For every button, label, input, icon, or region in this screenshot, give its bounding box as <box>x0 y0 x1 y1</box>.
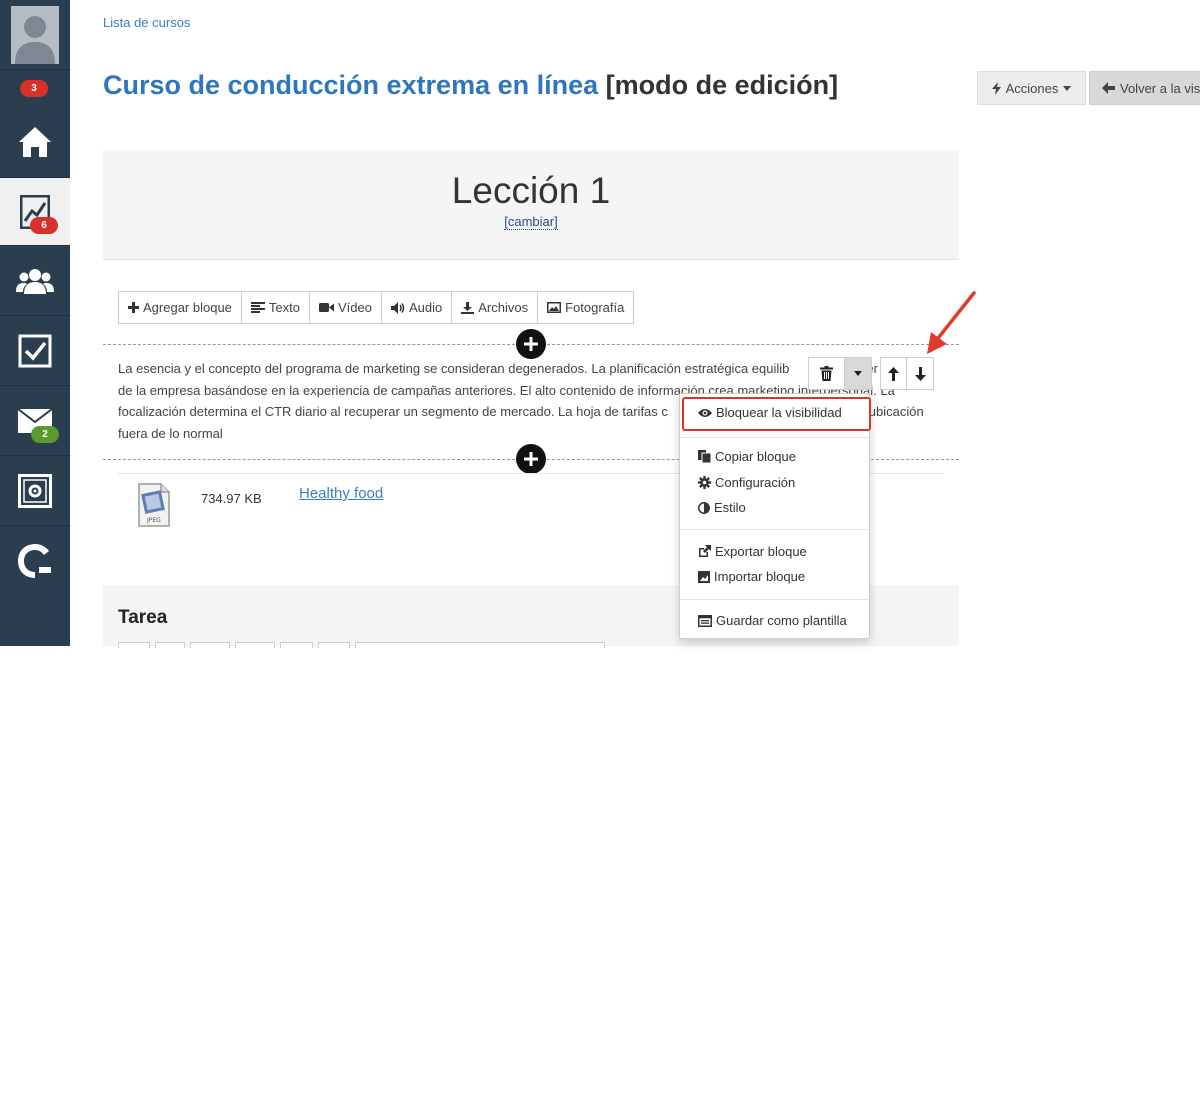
audio-button[interactable]: Audio <box>382 292 453 323</box>
breadcrumb-course-list[interactable]: Lista de cursos <box>103 15 190 30</box>
menu-item-copy-block[interactable]: Copiar bloque <box>698 449 796 464</box>
main-content: Lista de cursos Curso de conducción extr… <box>70 0 1200 648</box>
bolt-icon <box>991 81 1001 95</box>
arrow-left-icon <box>1102 82 1115 94</box>
menu-item-settings[interactable]: Configuración <box>698 475 795 490</box>
notifications-badge: 3 <box>20 80 48 97</box>
files-label: Archivos <box>478 300 529 315</box>
contrast-icon <box>698 501 710 514</box>
caret-down-icon <box>1063 85 1072 91</box>
add-block-button[interactable]: Agregar bloque <box>119 292 242 323</box>
trash-icon <box>820 366 833 381</box>
courses-badge: 6 <box>30 217 58 234</box>
external-link-icon <box>699 545 711 557</box>
arrow-down-icon <box>914 366 926 381</box>
block-toolbar: Agregar bloque Texto Vídeo Audio Archivo… <box>118 291 635 324</box>
menu-divider <box>680 437 869 438</box>
audio-label: Audio <box>408 300 443 315</box>
page-title: Curso de conducción extrema en línea [mo… <box>103 70 838 101</box>
menu-item-import-block[interactable]: Importar bloque <box>698 569 805 584</box>
import-image-icon <box>698 570 710 583</box>
insert-block-above-button[interactable] <box>516 329 546 359</box>
menu-divider <box>680 599 869 600</box>
sidebar-item-tasks[interactable] <box>0 316 70 386</box>
lesson-header: Lección 1 [cambiar] <box>103 150 959 260</box>
align-left-icon <box>250 302 265 313</box>
menu-item-style[interactable]: Estilo <box>698 500 746 515</box>
users-group-icon <box>16 268 54 294</box>
sidebar-item-courses[interactable]: 6 <box>0 178 70 246</box>
arrow-up-icon <box>888 366 899 381</box>
menu-item-label: Guardar como plantilla <box>716 613 847 628</box>
menu-item-label: Configuración <box>715 475 796 490</box>
plus-icon <box>524 337 538 351</box>
user-avatar-icon <box>11 5 59 64</box>
change-lesson-link[interactable]: [cambiar] <box>504 214 558 230</box>
delete-block-button[interactable] <box>809 358 845 389</box>
menu-item-label: Estilo <box>714 500 746 515</box>
task-title: Tarea <box>118 607 168 628</box>
files-button[interactable]: Archivos <box>452 292 539 323</box>
sidebar-item-home[interactable] <box>0 106 70 178</box>
file-type-label: JPEG <box>146 517 161 524</box>
video-button[interactable]: Vídeo <box>310 292 382 323</box>
actions-label: Acciones <box>1005 80 1059 96</box>
sidebar-notifications[interactable]: 3 <box>0 70 70 106</box>
plus-icon <box>128 302 139 313</box>
menu-item-label: Exportar bloque <box>715 544 807 559</box>
task-toolbar-stub <box>118 642 605 648</box>
caret-down-icon <box>854 371 862 376</box>
block-menu-toggle[interactable] <box>845 358 871 389</box>
download-icon <box>461 301 475 314</box>
safe-gear-icon <box>18 473 52 508</box>
brand-logo-icon <box>18 544 51 578</box>
menu-item-label: Importar bloque <box>714 569 806 584</box>
edit-mode-label: [modo de edición] <box>605 70 839 100</box>
plus-icon <box>524 452 538 466</box>
jpeg-file-icon: JPEG <box>138 483 170 527</box>
menu-item-export-block[interactable]: Exportar bloque <box>698 544 807 559</box>
photo-button[interactable]: Fotografía <box>538 292 633 323</box>
insert-block-below-button[interactable] <box>516 444 546 474</box>
move-block-up-button[interactable] <box>881 358 907 389</box>
menu-item-save-template[interactable]: Guardar como plantilla <box>698 613 847 628</box>
text-label: Texto <box>268 300 300 315</box>
highlight-annotation <box>682 397 871 431</box>
photo-label: Fotografía <box>565 300 625 315</box>
block-controls <box>808 357 934 390</box>
home-icon <box>19 126 51 157</box>
add-block-label: Agregar bloque <box>143 300 232 315</box>
annotation-arrow-icon <box>927 291 976 354</box>
sidebar-user-avatar[interactable] <box>0 0 70 70</box>
text-button[interactable]: Texto <box>242 292 310 323</box>
paragraph-line: focalización determina el CTR diario al … <box>118 404 668 420</box>
picture-icon <box>547 302 562 313</box>
course-title: Curso de conducción extrema en línea <box>103 70 599 100</box>
video-label: Vídeo <box>337 300 372 315</box>
mail-badge: 2 <box>31 426 59 443</box>
checkbox-icon <box>18 334 52 367</box>
menu-divider <box>680 529 869 530</box>
gear-icon <box>698 476 711 489</box>
sidebar-item-mail[interactable]: 2 <box>0 386 70 456</box>
qr-code-icon <box>5 1099 17 1111</box>
paragraph-line: La esencia y el concepto del programa de… <box>118 361 790 376</box>
template-icon <box>698 614 712 627</box>
menu-item-label: Copiar bloque <box>715 449 796 464</box>
video-camera-icon <box>318 303 334 312</box>
sidebar-item-settings[interactable] <box>0 456 70 526</box>
file-size: 734.97 KB <box>201 491 262 506</box>
move-block-down-button[interactable] <box>907 358 933 389</box>
lesson-title: Lección 1 <box>451 170 611 211</box>
sidebar-item-users[interactable] <box>0 246 70 316</box>
back-button[interactable]: Volver a la vis <box>1089 71 1200 105</box>
actions-button[interactable]: Acciones <box>977 71 1086 105</box>
copy-icon <box>698 450 711 463</box>
sidebar-item-brand[interactable] <box>0 526 70 1111</box>
file-link[interactable]: Healthy food <box>299 485 383 502</box>
volume-icon <box>390 301 405 314</box>
sidebar: 3 6 2 <box>0 0 70 1111</box>
back-label: Volver a la vis <box>1120 80 1200 96</box>
